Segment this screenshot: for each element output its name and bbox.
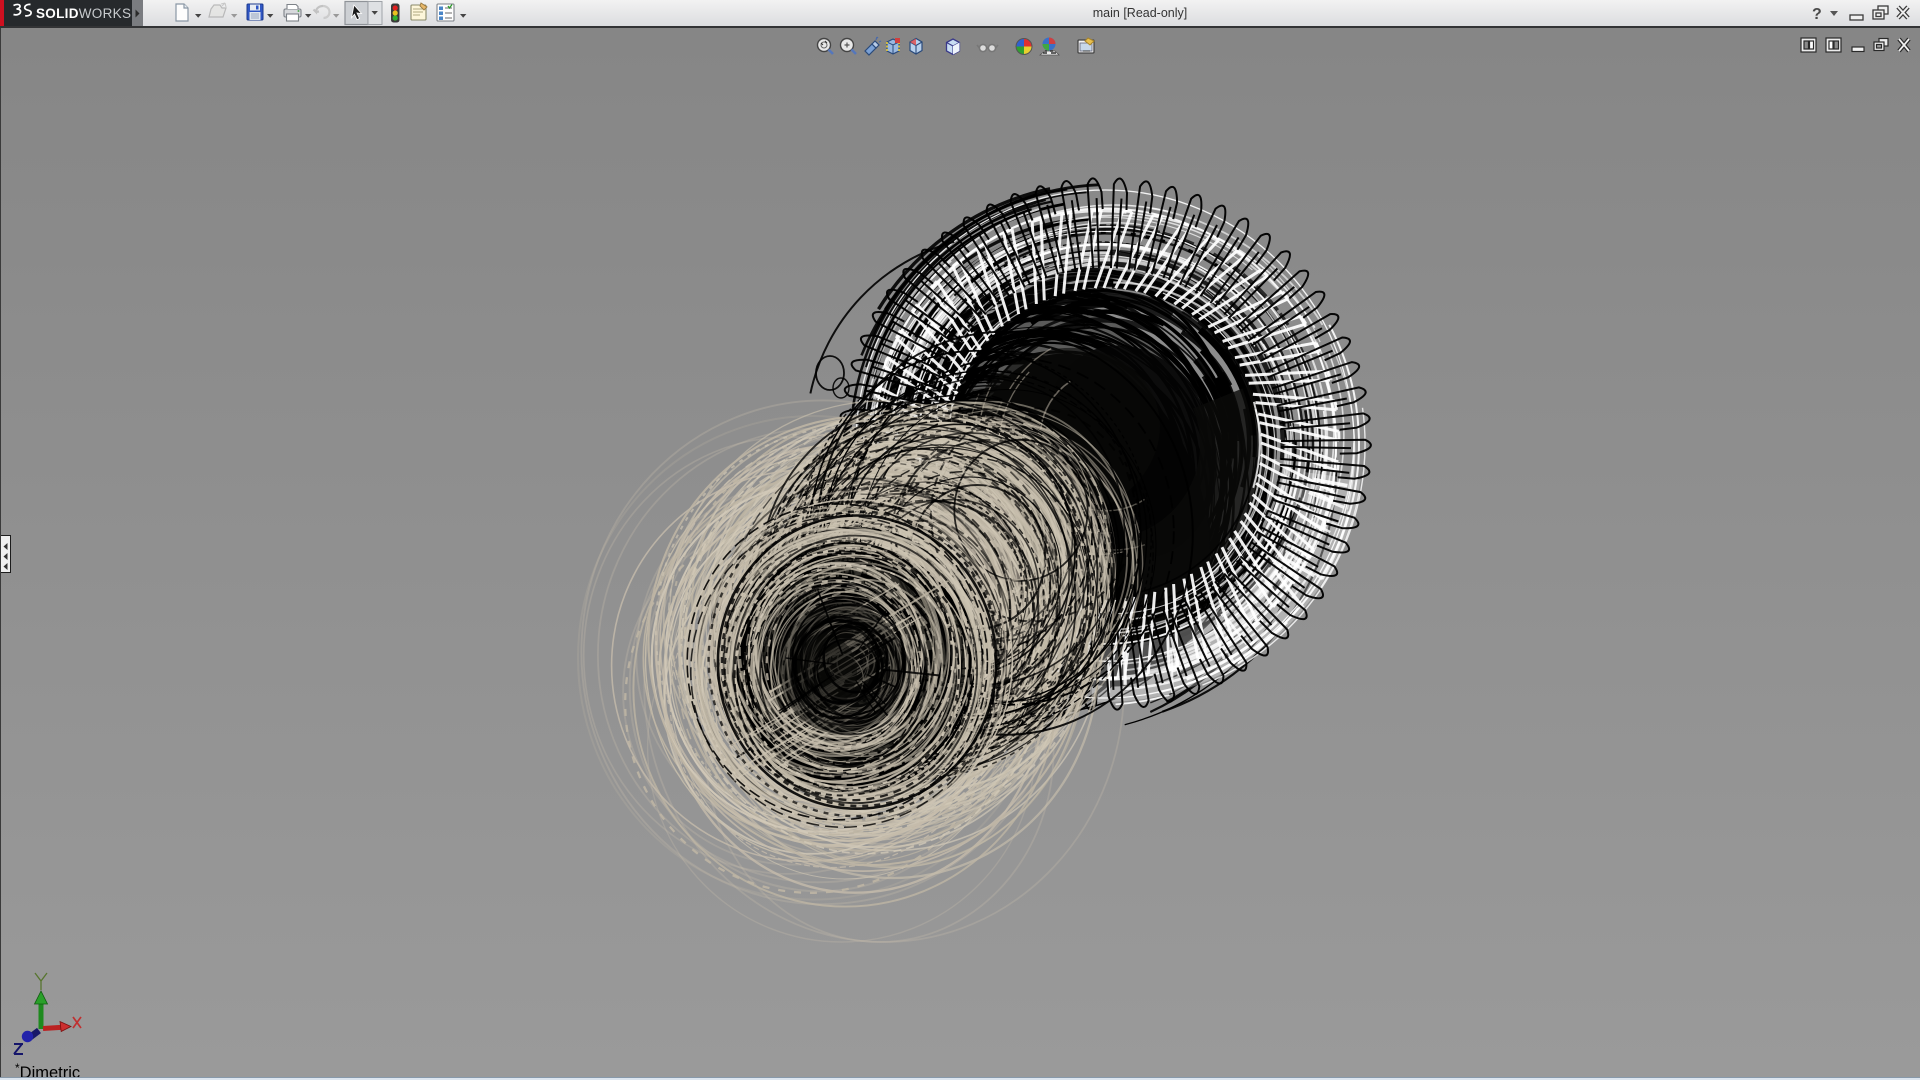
svg-text:SOLIDWORKS: SOLIDWORKS bbox=[36, 6, 131, 21]
svg-text:?: ? bbox=[1812, 6, 1822, 23]
